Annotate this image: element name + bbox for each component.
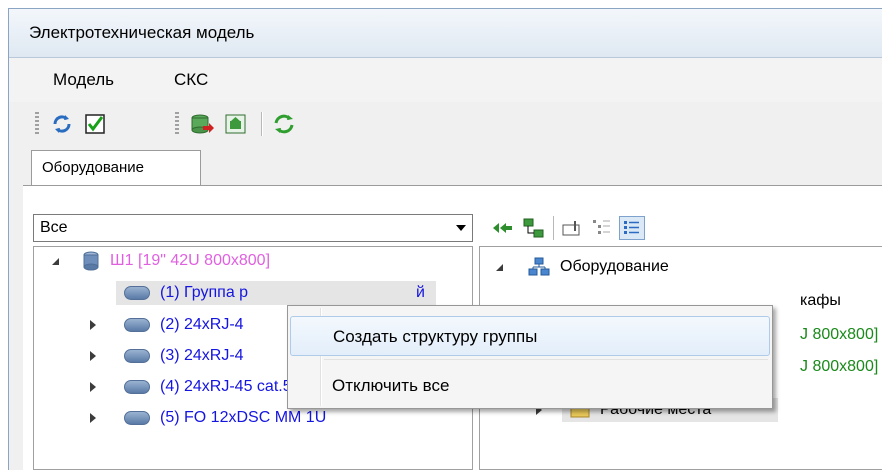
tree-node-cabinet-a[interactable]: J 800x800] bbox=[800, 323, 878, 347]
tree-node-label: J 800x800] bbox=[800, 326, 879, 343]
filter-dropdown-value: Все bbox=[40, 219, 68, 236]
database-import-icon[interactable] bbox=[189, 112, 215, 136]
toolbar-grip[interactable] bbox=[35, 112, 39, 136]
rename-icon[interactable] bbox=[559, 216, 585, 240]
tree-node-label: (5) FO 12xDSC MM 1U bbox=[160, 409, 327, 426]
network-icon bbox=[528, 257, 550, 285]
tree-node-label: кафы bbox=[800, 292, 841, 309]
toolbar-separator-2 bbox=[553, 216, 554, 240]
expander-icon[interactable] bbox=[90, 382, 96, 392]
tree-node-label: (3) 24xRJ-4 bbox=[160, 347, 244, 364]
tree-node-cabinets[interactable]: кафы bbox=[800, 289, 841, 313]
tree-node-label: J 800x800] bbox=[800, 358, 879, 375]
refresh-icon[interactable] bbox=[49, 112, 75, 136]
tree-list-icon[interactable] bbox=[589, 216, 615, 240]
window-title: Электротехническая модель bbox=[29, 23, 255, 42]
menu-item-model[interactable]: Модель bbox=[53, 70, 114, 90]
context-menu-separator bbox=[324, 359, 768, 360]
tree-node-label: (2) 24xRJ-4 bbox=[160, 316, 244, 333]
expander-icon[interactable] bbox=[90, 320, 96, 330]
tree-node-label: (1) Группа р bbox=[160, 284, 249, 301]
tree-node-5[interactable]: (5) FO 12xDSC MM 1U bbox=[84, 406, 444, 430]
toolbar bbox=[9, 102, 882, 148]
checkbox-icon[interactable] bbox=[83, 112, 109, 136]
tree-node-label-tail: й bbox=[416, 284, 425, 301]
tree-node-cabinet-b[interactable]: J 800x800] bbox=[800, 355, 878, 379]
network-export-icon[interactable] bbox=[223, 112, 249, 136]
panel-icon bbox=[124, 286, 150, 300]
tree-node-label: Оборудование bbox=[560, 258, 669, 275]
tree-node-cabinet[interactable]: Ш1 [19" 42U 800x800] bbox=[44, 249, 424, 273]
panel-icon bbox=[124, 380, 150, 394]
tab-equipment[interactable]: Оборудование bbox=[31, 150, 201, 186]
disable-all-menu-item[interactable]: Отключить все bbox=[290, 366, 770, 406]
tree-node-group-1[interactable]: (1) Группа р й bbox=[116, 281, 436, 305]
expander-icon[interactable] bbox=[496, 264, 503, 271]
create-group-structure-menu-item[interactable]: Создать структуру группы bbox=[290, 316, 770, 356]
menu-item-label: Отключить все bbox=[332, 376, 450, 395]
tree-structure-icon[interactable] bbox=[521, 216, 547, 240]
title-bar: Электротехническая модель bbox=[9, 9, 882, 58]
detail-list-icon[interactable] bbox=[619, 216, 645, 240]
tree-node-equipment-root[interactable]: Оборудование bbox=[490, 255, 790, 279]
tree-node-label: Ш1 [19" 42U 800x800] bbox=[110, 252, 271, 269]
panel-icon bbox=[124, 411, 150, 425]
toolbar-separator bbox=[261, 112, 263, 136]
tab-strip: Оборудование bbox=[9, 148, 882, 186]
filter-dropdown[interactable]: Все bbox=[33, 214, 473, 242]
panel-icon bbox=[124, 318, 150, 332]
expander-icon[interactable] bbox=[90, 351, 96, 361]
menu-bar: Модель СКС bbox=[9, 58, 882, 102]
expander-icon[interactable] bbox=[52, 258, 59, 265]
toolbar-grip-2[interactable] bbox=[175, 112, 179, 136]
sync-icon[interactable] bbox=[271, 112, 297, 136]
panel-icon bbox=[124, 349, 150, 363]
context-menu: Создать структуру группы Отключить все bbox=[287, 305, 773, 409]
expander-icon[interactable] bbox=[90, 413, 96, 423]
chevron-down-icon[interactable] bbox=[456, 225, 466, 231]
collapse-all-icon[interactable] bbox=[489, 216, 515, 240]
server-rack-icon bbox=[82, 251, 100, 279]
menu-item-label: Создать структуру группы bbox=[333, 327, 538, 346]
menu-item-scs[interactable]: СКС bbox=[174, 70, 208, 90]
